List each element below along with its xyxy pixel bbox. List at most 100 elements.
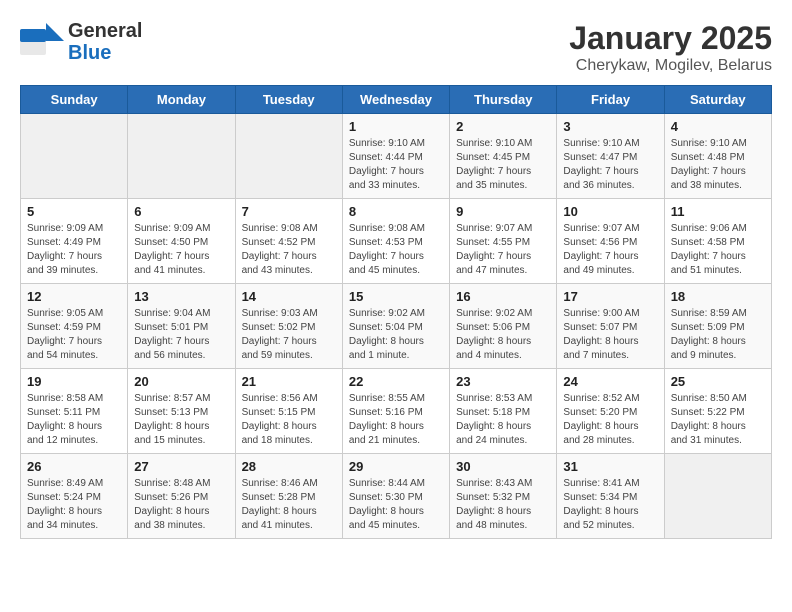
calendar-cell	[235, 114, 342, 199]
calendar-cell: 17Sunrise: 9:00 AM Sunset: 5:07 PM Dayli…	[557, 284, 664, 369]
calendar-cell: 2 Sunrise: 9:10 AM Sunset: 4:45 PM Daylig…	[450, 114, 557, 199]
day-info: Sunrise: 9:04 AM Sunset: 5:01 PM Dayligh…	[134, 307, 228, 363]
day-info: Sunrise: 9:10 AM Sunset: 4:44 PM Dayligh…	[349, 137, 443, 193]
day-info: Sunrise: 8:48 AM Sunset: 5:26 PM Dayligh…	[134, 477, 228, 533]
title-block: January 2025 Cherykaw, Mogilev, Belarus	[569, 20, 772, 75]
calendar-cell: 16 Sunrise: 9:02 AM Sunset: 5:06 PM Dayli…	[450, 284, 557, 369]
page-subtitle: Cherykaw, Mogilev, Belarus	[569, 57, 772, 75]
day-number: 14	[242, 289, 336, 304]
day-number: 20	[134, 374, 228, 389]
day-info: Sunrise: 9:08 AM Sunset: 4:53 PM Dayligh…	[349, 222, 443, 278]
calendar-week-row: 12 Sunrise: 9:05 AM Sunset: 4:59 PM Dayli…	[21, 284, 772, 369]
calendar-cell: 30Sunrise: 8:43 AM Sunset: 5:32 PM Dayli…	[450, 454, 557, 539]
calendar-week-row: 19 Sunrise: 8:58 AM Sunset: 5:11 PM Dayli…	[21, 369, 772, 454]
day-info: Sunrise: 9:02 AM Sunset: 5:04 PM Dayligh…	[349, 307, 443, 363]
day-info: Sunrise: 9:09 AM Sunset: 4:50 PM Dayligh…	[134, 222, 228, 278]
day-number: 25	[671, 374, 765, 389]
logo-general: General	[68, 20, 142, 42]
day-info: Sunrise: 8:50 AM Sunset: 5:22 PM Dayligh…	[671, 392, 765, 448]
day-number: 7	[242, 204, 336, 219]
calendar-cell: 22 Sunrise: 8:55 AM Sunset: 5:16 PM Dayli…	[342, 369, 449, 454]
day-number: 26	[27, 459, 121, 474]
calendar-cell: 29Sunrise: 8:44 AM Sunset: 5:30 PM Dayli…	[342, 454, 449, 539]
day-info: Sunrise: 8:43 AM Sunset: 5:32 PM Dayligh…	[456, 477, 550, 533]
calendar-cell: 11 Sunrise: 9:06 AM Sunset: 4:58 PM Dayli…	[664, 199, 771, 284]
calendar-cell: 24 Sunrise: 8:52 AM Sunset: 5:20 PM Dayli…	[557, 369, 664, 454]
weekday-header: Friday	[557, 86, 664, 114]
calendar-cell: 10 Sunrise: 9:07 AM Sunset: 4:56 PM Dayli…	[557, 199, 664, 284]
day-info: Sunrise: 9:07 AM Sunset: 4:55 PM Dayligh…	[456, 222, 550, 278]
day-number: 31	[563, 459, 657, 474]
day-number: 9	[456, 204, 550, 219]
day-number: 10	[563, 204, 657, 219]
calendar-cell: 7 Sunrise: 9:08 AM Sunset: 4:52 PM Daylig…	[235, 199, 342, 284]
day-info: Sunrise: 8:52 AM Sunset: 5:20 PM Dayligh…	[563, 392, 657, 448]
calendar-cell	[128, 114, 235, 199]
calendar-cell: 26 Sunrise: 8:49 AM Sunset: 5:24 PM Dayli…	[21, 454, 128, 539]
day-number: 24	[563, 374, 657, 389]
day-info: Sunrise: 8:46 AM Sunset: 5:28 PM Dayligh…	[242, 477, 336, 533]
logo-blue: Blue	[68, 42, 111, 64]
calendar-cell: 15 Sunrise: 9:02 AM Sunset: 5:04 PM Dayli…	[342, 284, 449, 369]
calendar-cell: 28 Sunrise: 8:46 AM Sunset: 5:28 PM Dayli…	[235, 454, 342, 539]
day-number: 11	[671, 204, 765, 219]
day-number: 4	[671, 119, 765, 134]
calendar-cell: 5Sunrise: 9:09 AM Sunset: 4:49 PM Daylig…	[21, 199, 128, 284]
day-number: 6	[134, 204, 228, 219]
calendar-cell: 3Sunrise: 9:10 AM Sunset: 4:47 PM Daylig…	[557, 114, 664, 199]
day-info: Sunrise: 9:09 AM Sunset: 4:49 PM Dayligh…	[27, 222, 121, 278]
weekday-header-row: SundayMondayTuesdayWednesdayThursdayFrid…	[21, 86, 772, 114]
day-info: Sunrise: 9:10 AM Sunset: 4:47 PM Dayligh…	[563, 137, 657, 193]
day-info: Sunrise: 8:59 AM Sunset: 5:09 PM Dayligh…	[671, 307, 765, 363]
day-info: Sunrise: 9:07 AM Sunset: 4:56 PM Dayligh…	[563, 222, 657, 278]
calendar-cell: 14 Sunrise: 9:03 AM Sunset: 5:02 PM Dayli…	[235, 284, 342, 369]
calendar-cell: 12 Sunrise: 9:05 AM Sunset: 4:59 PM Dayli…	[21, 284, 128, 369]
day-number: 19	[27, 374, 121, 389]
calendar-cell: 21 Sunrise: 8:56 AM Sunset: 5:15 PM Dayli…	[235, 369, 342, 454]
day-info: Sunrise: 9:00 AM Sunset: 5:07 PM Dayligh…	[563, 307, 657, 363]
calendar-table: SundayMondayTuesdayWednesdayThursdayFrid…	[20, 85, 772, 539]
calendar-cell: 9 Sunrise: 9:07 AM Sunset: 4:55 PM Daylig…	[450, 199, 557, 284]
calendar-cell	[664, 454, 771, 539]
day-number: 15	[349, 289, 443, 304]
calendar-cell: 13 Sunrise: 9:04 AM Sunset: 5:01 PM Dayli…	[128, 284, 235, 369]
calendar-cell: 20 Sunrise: 8:57 AM Sunset: 5:13 PM Dayli…	[128, 369, 235, 454]
calendar-week-row: 26 Sunrise: 8:49 AM Sunset: 5:24 PM Dayli…	[21, 454, 772, 539]
calendar-cell: 6 Sunrise: 9:09 AM Sunset: 4:50 PM Daylig…	[128, 199, 235, 284]
day-number: 13	[134, 289, 228, 304]
day-info: Sunrise: 9:06 AM Sunset: 4:58 PM Dayligh…	[671, 222, 765, 278]
weekday-header: Saturday	[664, 86, 771, 114]
day-number: 16	[456, 289, 550, 304]
day-info: Sunrise: 9:08 AM Sunset: 4:52 PM Dayligh…	[242, 222, 336, 278]
day-number: 18	[671, 289, 765, 304]
weekday-header: Monday	[128, 86, 235, 114]
day-number: 27	[134, 459, 228, 474]
calendar-week-row: 1Sunrise: 9:10 AM Sunset: 4:44 PM Daylig…	[21, 114, 772, 199]
day-number: 23	[456, 374, 550, 389]
calendar-cell: 1Sunrise: 9:10 AM Sunset: 4:44 PM Daylig…	[342, 114, 449, 199]
day-info: Sunrise: 8:55 AM Sunset: 5:16 PM Dayligh…	[349, 392, 443, 448]
day-number: 12	[27, 289, 121, 304]
weekday-header: Thursday	[450, 86, 557, 114]
day-info: Sunrise: 8:56 AM Sunset: 5:15 PM Dayligh…	[242, 392, 336, 448]
weekday-header: Wednesday	[342, 86, 449, 114]
day-info: Sunrise: 9:05 AM Sunset: 4:59 PM Dayligh…	[27, 307, 121, 363]
day-info: Sunrise: 9:02 AM Sunset: 5:06 PM Dayligh…	[456, 307, 550, 363]
day-number: 21	[242, 374, 336, 389]
day-info: Sunrise: 8:57 AM Sunset: 5:13 PM Dayligh…	[134, 392, 228, 448]
page-header: General Blue January 2025 Cherykaw, Mogi…	[20, 20, 772, 75]
day-info: Sunrise: 8:49 AM Sunset: 5:24 PM Dayligh…	[27, 477, 121, 533]
day-number: 28	[242, 459, 336, 474]
calendar-cell	[21, 114, 128, 199]
day-number: 22	[349, 374, 443, 389]
logo-icon	[20, 23, 64, 61]
day-number: 2	[456, 119, 550, 134]
calendar-cell: 19 Sunrise: 8:58 AM Sunset: 5:11 PM Dayli…	[21, 369, 128, 454]
day-info: Sunrise: 8:44 AM Sunset: 5:30 PM Dayligh…	[349, 477, 443, 533]
calendar-cell: 4 Sunrise: 9:10 AM Sunset: 4:48 PM Daylig…	[664, 114, 771, 199]
day-info: Sunrise: 8:58 AM Sunset: 5:11 PM Dayligh…	[27, 392, 121, 448]
day-info: Sunrise: 8:53 AM Sunset: 5:18 PM Dayligh…	[456, 392, 550, 448]
day-info: Sunrise: 9:10 AM Sunset: 4:45 PM Dayligh…	[456, 137, 550, 193]
day-info: Sunrise: 9:10 AM Sunset: 4:48 PM Dayligh…	[671, 137, 765, 193]
day-info: Sunrise: 9:03 AM Sunset: 5:02 PM Dayligh…	[242, 307, 336, 363]
